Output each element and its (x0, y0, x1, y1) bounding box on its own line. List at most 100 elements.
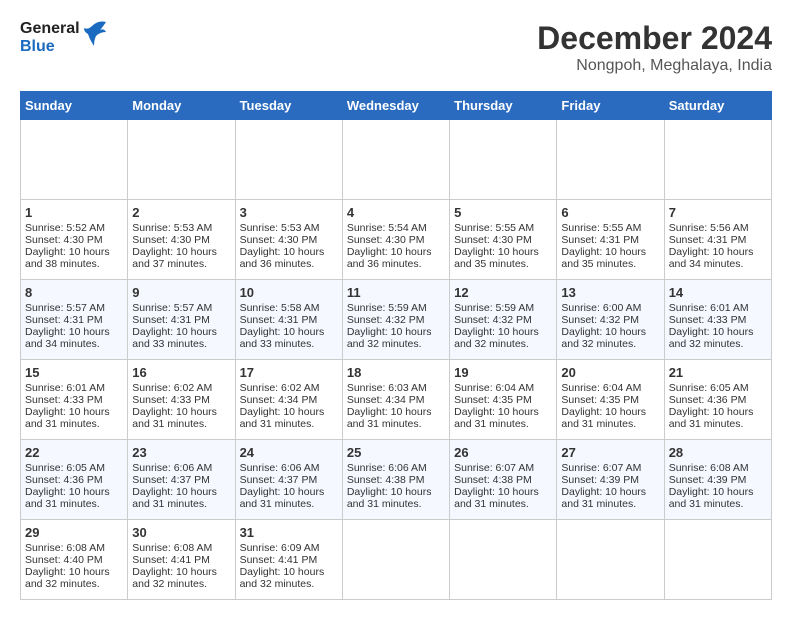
sunset-text: Sunset: 4:31 PM (240, 314, 318, 326)
day-number: 11 (347, 285, 445, 300)
day-number: 28 (669, 445, 767, 460)
sunset-text: Sunset: 4:34 PM (347, 394, 425, 406)
header-wednesday: Wednesday (342, 92, 449, 120)
daylight-text: Daylight: 10 hours and 33 minutes. (240, 326, 325, 350)
day-number: 15 (25, 365, 123, 380)
day-number: 10 (240, 285, 338, 300)
calendar-cell (450, 120, 557, 200)
daylight-text: Daylight: 10 hours and 33 minutes. (132, 326, 217, 350)
sunset-text: Sunset: 4:38 PM (454, 474, 532, 486)
sunset-text: Sunset: 4:41 PM (132, 554, 210, 566)
sunrise-text: Sunrise: 5:53 AM (132, 222, 212, 234)
calendar-cell: 26 Sunrise: 6:07 AM Sunset: 4:38 PM Dayl… (450, 440, 557, 520)
sunset-text: Sunset: 4:32 PM (454, 314, 532, 326)
week-row-1 (21, 120, 772, 200)
calendar-cell: 2 Sunrise: 5:53 AM Sunset: 4:30 PM Dayli… (128, 200, 235, 280)
sunset-text: Sunset: 4:32 PM (347, 314, 425, 326)
calendar-cell: 1 Sunrise: 5:52 AM Sunset: 4:30 PM Dayli… (21, 200, 128, 280)
sunset-text: Sunset: 4:30 PM (347, 234, 425, 246)
location: Nongpoh, Meghalaya, India (537, 57, 772, 75)
sunset-text: Sunset: 4:31 PM (669, 234, 747, 246)
sunrise-text: Sunrise: 6:08 AM (25, 542, 105, 554)
daylight-text: Daylight: 10 hours and 32 minutes. (132, 566, 217, 590)
daylight-text: Daylight: 10 hours and 31 minutes. (669, 486, 754, 510)
calendar-cell: 7 Sunrise: 5:56 AM Sunset: 4:31 PM Dayli… (664, 200, 771, 280)
calendar-cell (342, 120, 449, 200)
day-number: 29 (25, 525, 123, 540)
daylight-text: Daylight: 10 hours and 32 minutes. (240, 566, 325, 590)
calendar-cell: 12 Sunrise: 5:59 AM Sunset: 4:32 PM Dayl… (450, 280, 557, 360)
day-number: 16 (132, 365, 230, 380)
week-row-2: 1 Sunrise: 5:52 AM Sunset: 4:30 PM Dayli… (21, 200, 772, 280)
sunrise-text: Sunrise: 6:05 AM (25, 462, 105, 474)
day-number: 31 (240, 525, 338, 540)
header-sunday: Sunday (21, 92, 128, 120)
sunset-text: Sunset: 4:37 PM (240, 474, 318, 486)
week-row-3: 8 Sunrise: 5:57 AM Sunset: 4:31 PM Dayli… (21, 280, 772, 360)
daylight-text: Daylight: 10 hours and 35 minutes. (454, 246, 539, 270)
calendar-cell: 19 Sunrise: 6:04 AM Sunset: 4:35 PM Dayl… (450, 360, 557, 440)
day-number: 17 (240, 365, 338, 380)
day-header-row: Sunday Monday Tuesday Wednesday Thursday… (21, 92, 772, 120)
calendar-cell: 6 Sunrise: 5:55 AM Sunset: 4:31 PM Dayli… (557, 200, 664, 280)
day-number: 13 (561, 285, 659, 300)
daylight-text: Daylight: 10 hours and 35 minutes. (561, 246, 646, 270)
sunrise-text: Sunrise: 6:01 AM (25, 382, 105, 394)
day-number: 21 (669, 365, 767, 380)
sunrise-text: Sunrise: 5:57 AM (132, 302, 212, 314)
sunset-text: Sunset: 4:33 PM (132, 394, 210, 406)
calendar-cell (21, 120, 128, 200)
calendar-cell: 5 Sunrise: 5:55 AM Sunset: 4:30 PM Dayli… (450, 200, 557, 280)
daylight-text: Daylight: 10 hours and 31 minutes. (561, 486, 646, 510)
daylight-text: Daylight: 10 hours and 32 minutes. (347, 326, 432, 350)
sunset-text: Sunset: 4:35 PM (561, 394, 639, 406)
header-friday: Friday (557, 92, 664, 120)
calendar-cell: 14 Sunrise: 6:01 AM Sunset: 4:33 PM Dayl… (664, 280, 771, 360)
calendar-cell: 13 Sunrise: 6:00 AM Sunset: 4:32 PM Dayl… (557, 280, 664, 360)
day-number: 20 (561, 365, 659, 380)
daylight-text: Daylight: 10 hours and 31 minutes. (669, 406, 754, 430)
day-number: 1 (25, 205, 123, 220)
sunrise-text: Sunrise: 6:07 AM (561, 462, 641, 474)
sunset-text: Sunset: 4:34 PM (240, 394, 318, 406)
day-number: 7 (669, 205, 767, 220)
daylight-text: Daylight: 10 hours and 31 minutes. (25, 406, 110, 430)
sunset-text: Sunset: 4:30 PM (240, 234, 318, 246)
sunset-text: Sunset: 4:31 PM (25, 314, 103, 326)
day-number: 2 (132, 205, 230, 220)
title-block: December 2024 Nongpoh, Meghalaya, India (537, 20, 772, 75)
day-number: 30 (132, 525, 230, 540)
calendar-cell: 11 Sunrise: 5:59 AM Sunset: 4:32 PM Dayl… (342, 280, 449, 360)
daylight-text: Daylight: 10 hours and 31 minutes. (132, 406, 217, 430)
sunrise-text: Sunrise: 5:55 AM (561, 222, 641, 234)
daylight-text: Daylight: 10 hours and 38 minutes. (25, 246, 110, 270)
sunrise-text: Sunrise: 6:05 AM (669, 382, 749, 394)
sunset-text: Sunset: 4:32 PM (561, 314, 639, 326)
day-number: 18 (347, 365, 445, 380)
daylight-text: Daylight: 10 hours and 31 minutes. (240, 406, 325, 430)
calendar-cell (664, 520, 771, 600)
daylight-text: Daylight: 10 hours and 32 minutes. (561, 326, 646, 350)
calendar-cell (664, 120, 771, 200)
calendar-cell (557, 120, 664, 200)
sunrise-text: Sunrise: 5:56 AM (669, 222, 749, 234)
calendar-cell: 23 Sunrise: 6:06 AM Sunset: 4:37 PM Dayl… (128, 440, 235, 520)
sunrise-text: Sunrise: 6:02 AM (132, 382, 212, 394)
sunrise-text: Sunrise: 5:59 AM (454, 302, 534, 314)
calendar-cell: 10 Sunrise: 5:58 AM Sunset: 4:31 PM Dayl… (235, 280, 342, 360)
daylight-text: Daylight: 10 hours and 31 minutes. (347, 406, 432, 430)
day-number: 25 (347, 445, 445, 460)
sunrise-text: Sunrise: 6:03 AM (347, 382, 427, 394)
day-number: 24 (240, 445, 338, 460)
day-number: 5 (454, 205, 552, 220)
page-header: General Blue December 2024 Nongpoh, Megh… (20, 20, 772, 75)
sunset-text: Sunset: 4:31 PM (561, 234, 639, 246)
calendar-cell (450, 520, 557, 600)
daylight-text: Daylight: 10 hours and 32 minutes. (669, 326, 754, 350)
sunset-text: Sunset: 4:39 PM (561, 474, 639, 486)
sunrise-text: Sunrise: 6:01 AM (669, 302, 749, 314)
sunrise-text: Sunrise: 5:57 AM (25, 302, 105, 314)
daylight-text: Daylight: 10 hours and 32 minutes. (25, 566, 110, 590)
calendar-cell: 8 Sunrise: 5:57 AM Sunset: 4:31 PM Dayli… (21, 280, 128, 360)
day-number: 6 (561, 205, 659, 220)
